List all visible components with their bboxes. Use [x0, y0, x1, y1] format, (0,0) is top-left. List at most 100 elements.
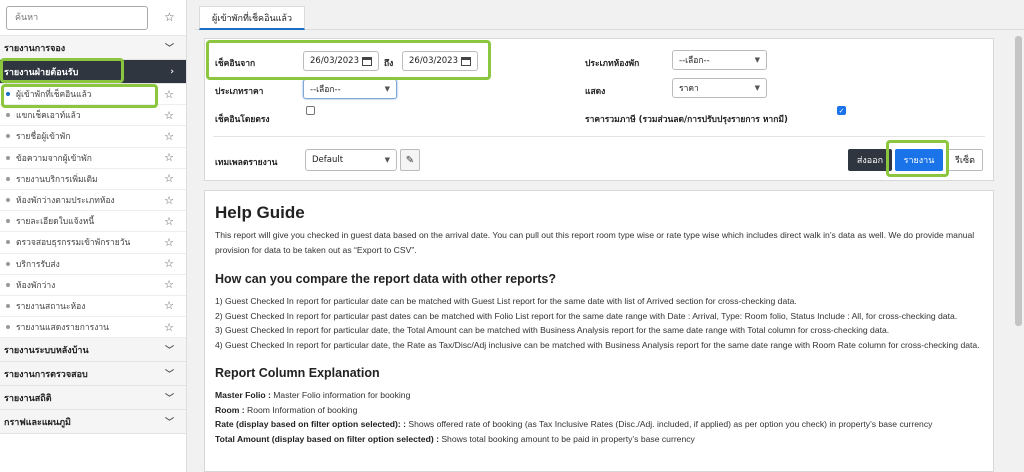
filter-panel: เช็คอินจาก 26/03/2023 ถึง 26/03/2023 ประ… [204, 38, 994, 181]
star-icon[interactable]: ☆ [164, 151, 174, 164]
star-icon[interactable]: ☆ [164, 257, 174, 270]
bullet-icon [6, 325, 10, 330]
compare-heading: How can you compare the report data with… [215, 272, 557, 286]
section-graphs-charts[interactable]: กราฟและแผนภูมิ ﹀ [0, 410, 186, 435]
search-bar: ☆ [0, 0, 186, 36]
chevron-down-icon: ﹀ [164, 346, 174, 357]
direct-checkin-label: เช็คอินโดยตรง [215, 115, 270, 125]
tab-bar: ผู้เข้าพักที่เช็คอินแล้ว [195, 0, 1024, 30]
room-type-value: --เลือก-- [679, 56, 710, 66]
report-button[interactable]: รายงาน [895, 149, 943, 171]
tab-checked-in-guests[interactable]: ผู้เข้าพักที่เช็คอินแล้ว [199, 6, 306, 30]
bullet-icon [6, 219, 10, 224]
bullet-icon [6, 113, 10, 118]
menu-label: รายละเอียดใบแจ้งหนี้ [16, 217, 95, 228]
scrollbar-thumb[interactable] [1015, 36, 1022, 326]
section-back-office-reports[interactable]: รายงานระบบหลังบ้าน ﹀ [0, 338, 186, 363]
column-desc: Room Information of booking [244, 404, 358, 415]
sidebar-item-checked-in-guests[interactable]: ผู้เข้าพักที่เช็คอินแล้ว ☆ [0, 84, 186, 106]
section-label: รายงานสถิติ [4, 393, 52, 404]
bullet-icon [6, 155, 10, 160]
sidebar-item-guest-list[interactable]: รายชื่อผู้เข้าพัก ☆ [0, 126, 186, 148]
bullet-icon [6, 176, 10, 181]
date-from-field[interactable]: 26/03/2023 [303, 51, 379, 71]
search-input[interactable] [6, 6, 148, 30]
column-explanation: Master Folio : Master Folio information … [215, 388, 983, 403]
direct-checkin-checkbox[interactable] [306, 106, 315, 115]
section-reservation-reports[interactable]: รายงานการจอง ﹀ [0, 36, 186, 60]
caret-down-icon: ▼ [384, 85, 390, 93]
export-button[interactable]: ส่งออก [848, 149, 892, 171]
sidebar-item-vacant-rooms[interactable]: ห้องพักว่าง ☆ [0, 274, 186, 296]
section-label: รายงานการจอง [4, 43, 66, 54]
sidebar-item-vacant-by-room-type[interactable]: ห้องพักว่างตามประเภทห้อง ☆ [0, 189, 186, 212]
show-value: ราคา [679, 84, 699, 94]
star-icon[interactable]: ☆ [164, 321, 174, 334]
section-label: รายงานระบบหลังบ้าน [4, 345, 89, 356]
bullet-icon [6, 92, 10, 97]
star-icon[interactable]: ☆ [164, 88, 174, 101]
menu-label: ตรวจสอบธุรกรรมเข้าพักรายวัน [16, 238, 131, 249]
chevron-down-icon: ﹀ [164, 44, 174, 54]
star-icon[interactable]: ☆ [164, 194, 174, 207]
star-icon[interactable]: ☆ [164, 109, 174, 122]
help-title: Help Guide [215, 203, 305, 222]
menu-label: รายงานบริการเพิ่มเติม [16, 174, 98, 185]
calendar-icon[interactable] [362, 56, 372, 66]
bullet-icon [6, 282, 10, 287]
calendar-icon[interactable] [461, 56, 471, 66]
star-icon[interactable]: ☆ [164, 172, 174, 185]
help-guide: Help Guide This report will give you che… [204, 190, 994, 472]
sidebar-item-invoice-details[interactable]: รายละเอียดใบแจ้งหนี้ ☆ [0, 211, 186, 233]
sidebar-item-transfer-service[interactable]: บริการรับส่ง ☆ [0, 253, 186, 275]
column-explanation: Total Amount (display based on filter op… [215, 432, 983, 447]
star-icon[interactable]: ☆ [164, 130, 174, 143]
room-type-select[interactable]: --เลือก-- ▼ [672, 50, 767, 70]
template-value: Default [312, 155, 344, 165]
compare-item: 3) Guest Checked In report for particula… [215, 325, 890, 335]
date-to-value: 26/03/2023 [409, 56, 458, 66]
column-explanation: Room : Room Information of booking [215, 403, 983, 418]
show-select[interactable]: ราคา ▼ [672, 78, 767, 98]
star-icon[interactable]: ☆ [164, 236, 174, 249]
sidebar-item-checked-out-guests[interactable]: แขกเช็คเอาท์แล้ว ☆ [0, 105, 186, 127]
section-audit-reports[interactable]: รายงานการตรวจสอบ ﹀ [0, 362, 186, 387]
section-front-office-reports[interactable]: รายงานฝ่ายต้อนรับ › [0, 60, 186, 84]
bullet-icon [6, 303, 10, 308]
rate-type-select[interactable]: --เลือก-- ▼ [303, 79, 397, 99]
edit-icon[interactable]: ✎ [400, 149, 420, 171]
column-name: Total Amount (display based on filter op… [215, 433, 439, 444]
sidebar: ☆ รายงานการจอง ﹀ รายงานฝ่ายต้อนรับ › ผู้… [0, 0, 187, 472]
chevron-down-icon: ﹀ [164, 370, 174, 381]
sidebar-item-task-list[interactable]: รายงานแสดงรายการงาน ☆ [0, 317, 186, 339]
star-icon[interactable]: ☆ [164, 10, 175, 24]
menu-label: ห้องพักว่าง [16, 280, 56, 291]
date-to-field[interactable]: 26/03/2023 [402, 51, 478, 71]
star-icon[interactable]: ☆ [164, 278, 174, 291]
star-icon[interactable]: ☆ [164, 215, 174, 228]
sidebar-item-guest-messages[interactable]: ข้อความจากผู้เข้าพัก ☆ [0, 147, 186, 169]
sidebar-item-extra-services[interactable]: รายงานบริการเพิ่มเติม ☆ [0, 168, 186, 190]
template-select[interactable]: Default ▼ [305, 149, 397, 171]
menu-label: รายงานสถานะห้อง [16, 301, 86, 312]
menu-label: ห้องพักว่างตามประเภทห้อง [16, 196, 115, 207]
star-icon[interactable]: ☆ [164, 299, 174, 312]
chevron-right-icon: › [170, 66, 174, 77]
bullet-icon [6, 134, 10, 139]
chevron-down-icon: ﹀ [164, 418, 174, 429]
rate-type-label: ประเภทราคา [215, 87, 264, 97]
compare-item: 1) Guest Checked In report for particula… [215, 296, 797, 306]
column-name: Rate (display based on filter option sel… [215, 419, 407, 429]
sidebar-item-room-status[interactable]: รายงานสถานะห้อง ☆ [0, 295, 186, 318]
tax-inclusive-checkbox[interactable]: ✓ [837, 106, 846, 115]
section-statistics-reports[interactable]: รายงานสถิติ ﹀ [0, 386, 186, 411]
reset-button[interactable]: รีเซ็ต [947, 149, 983, 171]
menu-label: รายชื่อผู้เข้าพัก [16, 132, 71, 143]
menu-label: แขกเช็คเอาท์แล้ว [16, 111, 81, 122]
column-explanation: Rate (display based on filter option sel… [215, 417, 983, 432]
section-label: กราฟและแผนภูมิ [4, 417, 71, 428]
menu-label: ข้อความจากผู้เข้าพัก [16, 153, 92, 164]
sidebar-item-daily-transactions[interactable]: ตรวจสอบธุรกรรมเข้าพักรายวัน ☆ [0, 232, 186, 254]
column-desc: Shows offered rate of booking (as Tax In… [406, 419, 933, 429]
divider [213, 136, 985, 137]
